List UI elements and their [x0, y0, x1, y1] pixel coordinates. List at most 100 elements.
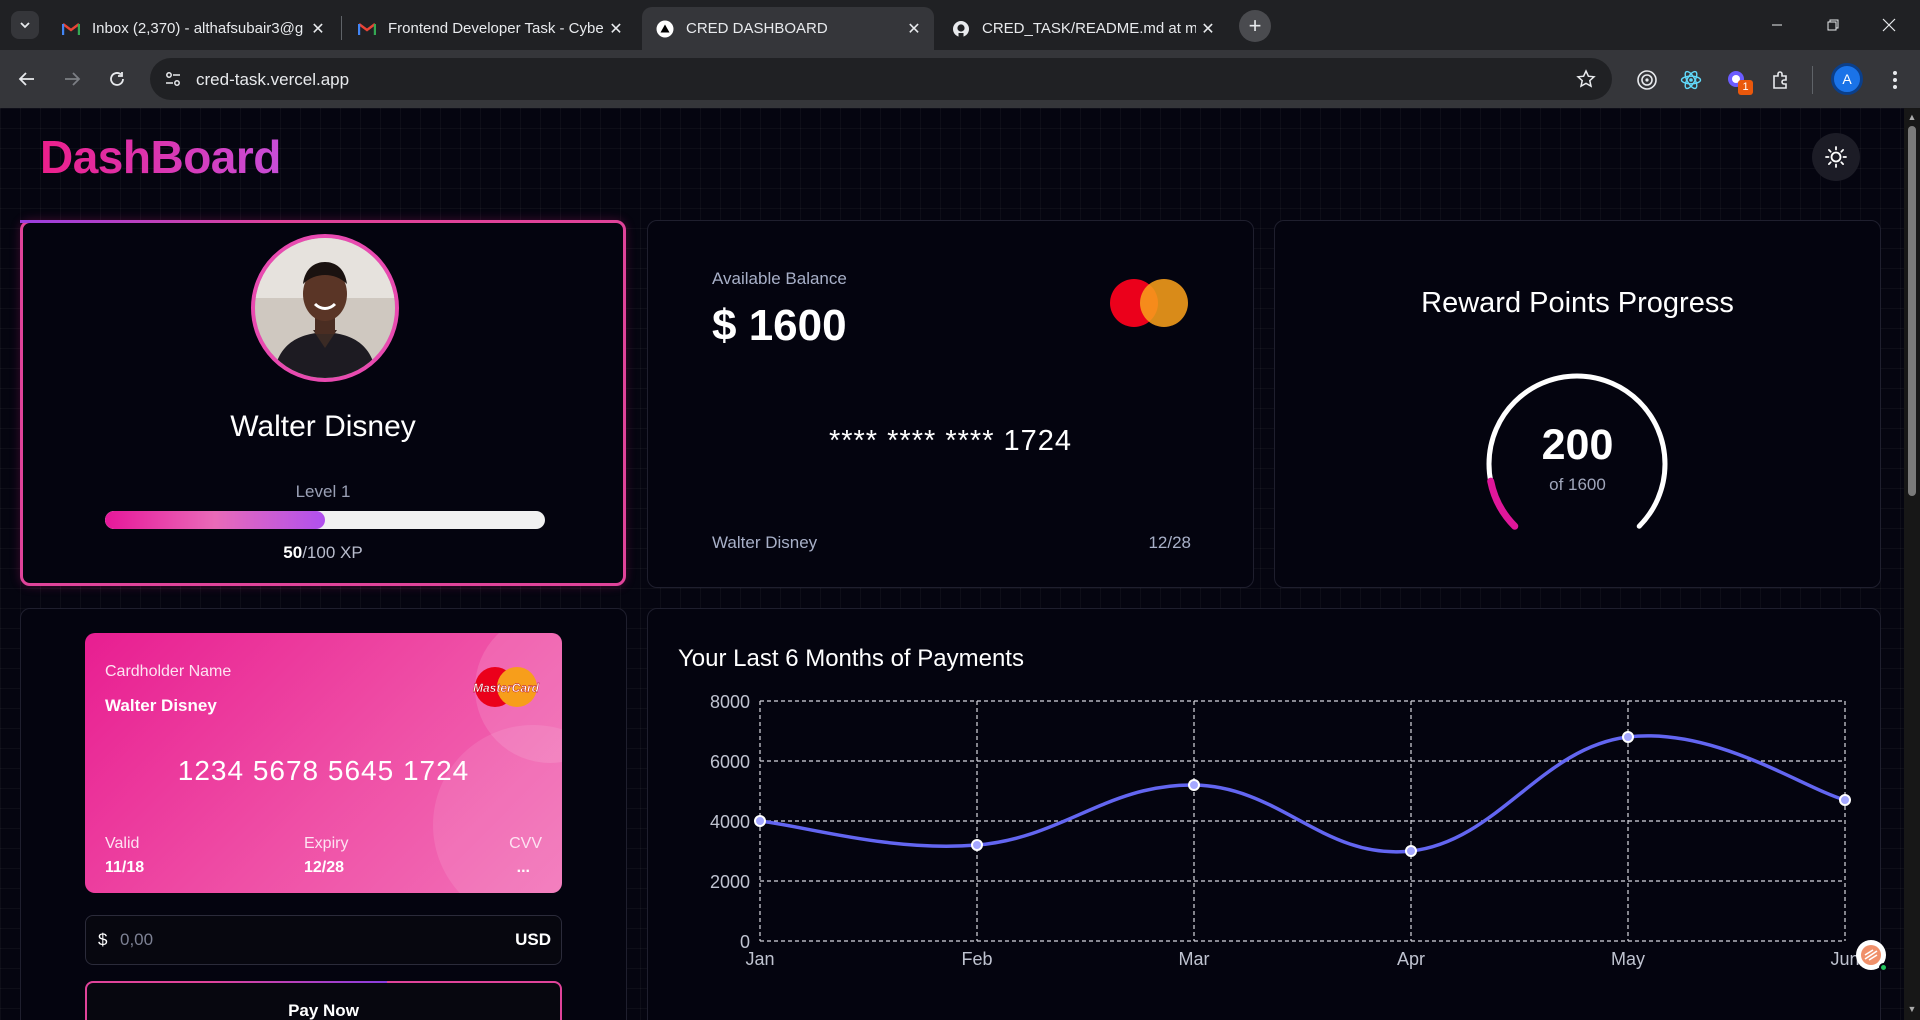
y-tick-label: 2000 [710, 872, 750, 892]
extensions-puzzle-icon[interactable] [1766, 65, 1796, 95]
pay-now-label: Pay Now [288, 1001, 359, 1020]
data-point [1188, 779, 1200, 791]
theme-toggle-button[interactable] [1812, 133, 1860, 181]
minimize-icon [1772, 24, 1782, 26]
cardholder-name: Walter Disney [105, 696, 217, 715]
minimize-button[interactable] [1749, 0, 1805, 50]
x-tick-label: Jan [745, 949, 774, 969]
forward-button[interactable] [55, 62, 89, 96]
mastercard-logo-icon: MasterCard [473, 667, 540, 707]
scrollbar-thumb[interactable] [1908, 126, 1916, 496]
vercel-icon [656, 20, 674, 38]
tab-gmail-inbox[interactable]: Inbox (2,370) - althafsubair3@g ✕ [48, 7, 338, 50]
notification-badge: 1 [1738, 80, 1753, 95]
close-icon[interactable]: ✕ [1196, 17, 1220, 41]
reload-icon [110, 72, 124, 86]
menu-kebab-icon[interactable] [1880, 65, 1910, 95]
reward-title: Reward Points Progress [1421, 287, 1734, 319]
card-number-masked: **** **** **** 1724 [828, 425, 1073, 457]
reward-value: 200 [1541, 421, 1614, 469]
restore-icon [1827, 19, 1839, 31]
balance-amount: $ 1600 [712, 301, 847, 350]
valid-value: 11/18 [105, 859, 145, 876]
currency-symbol: $ [98, 930, 108, 949]
amount-field: $ USD [85, 915, 562, 965]
cvv-label: CVV [509, 835, 542, 852]
x-tick-label: Apr [1397, 949, 1425, 969]
page-scrollbar[interactable]: ▲ ▼ [1904, 108, 1920, 1020]
plus-icon: + [1248, 13, 1262, 38]
mastercard-logo-icon [1110, 279, 1188, 327]
tab-search-button[interactable] [11, 11, 39, 39]
page-title: DashBoard [40, 131, 281, 183]
cvv-value: ... [516, 859, 530, 876]
xp-progress-fill [105, 511, 325, 529]
url-text: cred-task.vercel.app [196, 70, 350, 89]
new-tab-button[interactable]: + [1239, 10, 1271, 42]
xp-text: 50/100 XP [23, 543, 623, 563]
close-icon[interactable]: ✕ [902, 17, 926, 41]
extension-badge-icon[interactable]: 1 [1722, 65, 1753, 95]
arrow-left-icon [18, 72, 34, 86]
cardholder-label: Cardholder Name [105, 663, 232, 680]
xp-current: 50 [283, 543, 303, 562]
card-holder-name: Walter Disney [712, 533, 818, 552]
gmail-icon [62, 20, 80, 38]
valid-label: Valid [105, 835, 140, 852]
github-icon [952, 20, 970, 38]
tab-title: Inbox (2,370) - althafsubair3@g [92, 20, 304, 37]
x-tick-label: Mar [1179, 949, 1210, 969]
xp-progress-bar [105, 511, 545, 529]
xp-total: /100 XP [302, 543, 363, 562]
y-tick-label: 4000 [710, 812, 750, 832]
card-number: 1234 5678 5645 1724 [177, 755, 470, 786]
amount-input[interactable] [120, 926, 500, 954]
payments-chart-card: Your Last 6 Months of Payments 0 2000 4000… [647, 608, 1881, 1020]
tab-cred-dashboard[interactable]: CRED DASHBOARD ✕ [642, 7, 934, 50]
pay-now-button[interactable]: Pay Now [85, 981, 562, 1020]
scroll-up-icon[interactable]: ▲ [1907, 112, 1917, 122]
chevron-down-icon [20, 22, 30, 29]
data-point [971, 839, 983, 851]
payments-line-chart: 02000400060008000Jan Feb Mar Apr May Jun [710, 692, 1860, 969]
back-button[interactable] [10, 62, 44, 96]
react-devtools-icon[interactable] [1676, 65, 1706, 95]
site-info-icon[interactable] [162, 68, 184, 90]
tab-strip: Inbox (2,370) - althafsubair3@g ✕ Fronte… [0, 0, 1920, 50]
address-bar[interactable]: cred-task.vercel.app [150, 58, 1612, 100]
data-point [1405, 845, 1417, 857]
series-line [759, 734, 1846, 854]
profile-avatar[interactable]: A [1831, 63, 1863, 95]
user-name: Walter Disney [230, 410, 416, 443]
tab-title: CRED DASHBOARD [686, 20, 828, 37]
data-point [1622, 731, 1634, 743]
scroll-down-icon[interactable]: ▼ [1907, 1004, 1917, 1014]
y-tick-label: 6000 [710, 752, 750, 772]
profile-card: Walter Disney Level 1 50/100 XP [20, 220, 626, 586]
tab-github-readme[interactable]: CRED_TASK/README.md at ma ✕ [938, 7, 1228, 50]
balance-label: Available Balance [712, 269, 847, 288]
card-expiry: 12/28 [1148, 533, 1191, 552]
reload-button[interactable] [100, 62, 134, 96]
tab-title: CRED_TASK/README.md at ma [982, 20, 1196, 37]
close-window-button[interactable] [1861, 0, 1917, 50]
credit-card: Cardholder Name Walter Disney MasterCard… [85, 633, 562, 893]
close-icon[interactable]: ✕ [604, 17, 628, 41]
dashboard-page: DashBoard Walter Disney Level 1 50/100 X… [0, 108, 1904, 1020]
x-tick-label: Feb [961, 949, 992, 969]
reward-total: of 1600 [1549, 475, 1606, 494]
bookmark-star-icon[interactable] [1574, 67, 1598, 91]
reward-points-card: Reward Points Progress 200 of 1600 [1274, 220, 1881, 588]
floating-assistant-icon[interactable] [1856, 940, 1888, 972]
close-icon[interactable]: ✕ [306, 17, 330, 41]
data-point [1839, 794, 1851, 806]
x-tick-label: May [1611, 949, 1645, 969]
payment-card-panel: Cardholder Name Walter Disney MasterCard… [20, 608, 627, 1020]
tab-frontend-task[interactable]: Frontend Developer Task - Cybe ✕ [344, 7, 636, 50]
restore-button[interactable] [1805, 0, 1861, 50]
sun-icon [1825, 146, 1847, 168]
currency-code: USD [515, 930, 551, 949]
data-point [754, 815, 766, 827]
extension-target-icon[interactable] [1632, 65, 1662, 95]
browser-toolbar: cred-task.vercel.app 1 [0, 50, 1920, 108]
